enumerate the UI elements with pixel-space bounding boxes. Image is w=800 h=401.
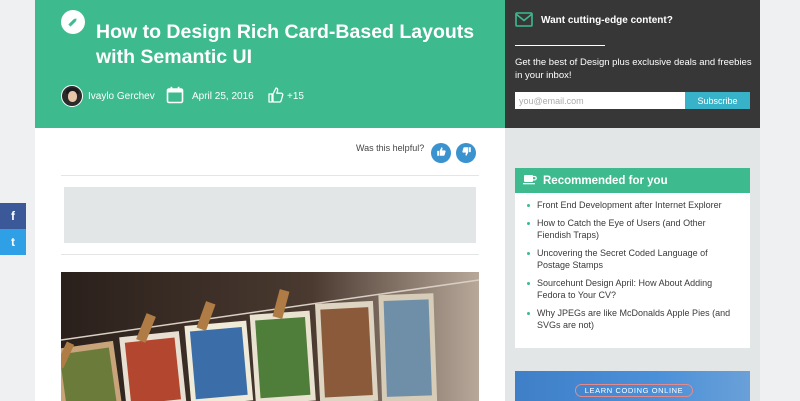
- vote-up-button[interactable]: [431, 143, 451, 163]
- thumbs-up-icon: [436, 144, 447, 162]
- author-name: Ivaylo Gerchev: [88, 90, 155, 102]
- newsletter-title: Want cutting-edge content?: [541, 15, 673, 26]
- promo-banner[interactable]: LEARN CODING ONLINE: [515, 371, 750, 401]
- likes-meta[interactable]: +15: [267, 84, 304, 108]
- article-header: How to Design Rich Card-Based Layouts wi…: [35, 0, 505, 128]
- recommended-list: Front End Development after Internet Exp…: [515, 193, 750, 332]
- divider: [61, 254, 479, 255]
- publish-date: April 25, 2016: [192, 90, 254, 102]
- thumbs-up-icon[interactable]: [267, 86, 285, 107]
- email-field[interactable]: [515, 92, 685, 109]
- list-item[interactable]: Front End Development after Internet Exp…: [527, 199, 742, 212]
- likes-count: +15: [287, 90, 304, 102]
- twitter-share-button[interactable]: t: [0, 229, 26, 255]
- helpful-prompt: Was this helpful?: [356, 143, 425, 153]
- learn-coding-button[interactable]: LEARN CODING ONLINE: [575, 384, 693, 397]
- pencil-icon: [61, 10, 85, 34]
- recommended-panel: Recommended for you Front End Developmen…: [515, 168, 750, 348]
- facebook-icon: f: [11, 209, 15, 223]
- twitter-icon: t: [11, 235, 15, 249]
- coffee-cup-icon: [523, 173, 537, 188]
- list-item[interactable]: How to Catch the Eye of Users (and Other…: [527, 217, 742, 242]
- envelope-icon: [515, 12, 533, 32]
- avatar: [61, 85, 83, 107]
- article-body: Was this helpful?: [35, 128, 505, 401]
- thumbs-down-icon: [461, 144, 472, 162]
- page-title: How to Design Rich Card-Based Layouts wi…: [96, 21, 475, 68]
- calendar-icon: [166, 86, 184, 107]
- list-item[interactable]: Why JPEGs are like McDonalds Apple Pies …: [527, 307, 742, 332]
- recommended-title: Recommended for you: [543, 174, 668, 187]
- newsletter-description: Get the best of Design plus exclusive de…: [515, 57, 752, 81]
- ad-placeholder: [64, 187, 476, 243]
- list-item[interactable]: Uncovering the Secret Coded Language of …: [527, 247, 742, 272]
- divider: [515, 45, 605, 46]
- article-hero-image: [61, 272, 479, 401]
- list-item[interactable]: Sourcehunt Design April: How About Addin…: [527, 277, 742, 302]
- facebook-share-button[interactable]: f: [0, 203, 26, 229]
- recommended-header: Recommended for you: [515, 168, 750, 193]
- newsletter-panel: Want cutting-edge content? Get the best …: [505, 0, 760, 128]
- date-meta: April 25, 2016: [166, 84, 254, 108]
- page-gutter: [760, 0, 800, 401]
- vote-down-button[interactable]: [456, 143, 476, 163]
- divider: [61, 175, 479, 176]
- subscribe-button[interactable]: Subscribe: [685, 92, 750, 109]
- sidebar: Recommended for you Front End Developmen…: [505, 128, 760, 401]
- author-meta[interactable]: Ivaylo Gerchev: [61, 84, 155, 108]
